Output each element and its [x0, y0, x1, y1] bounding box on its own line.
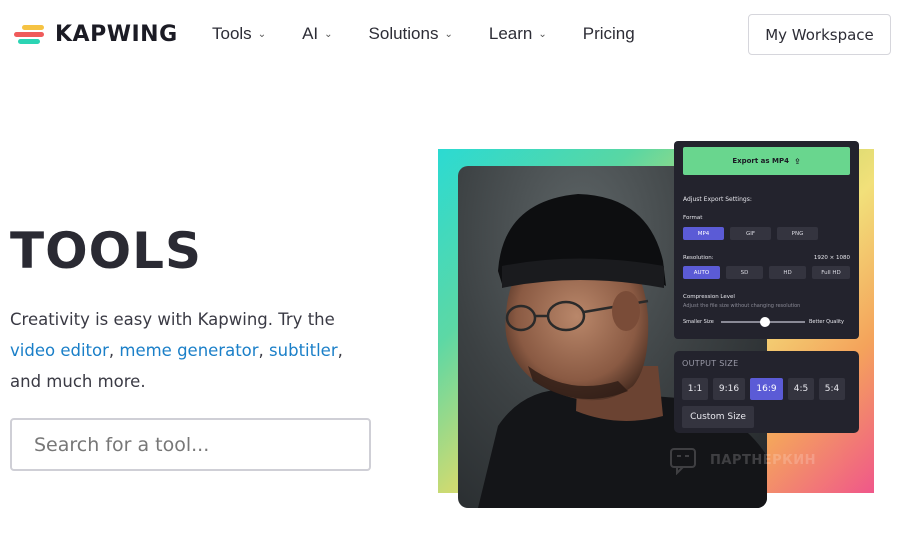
tool-search-input[interactable] — [10, 418, 371, 471]
slider-min-label: Smaller Size — [683, 319, 714, 325]
main-nav: Tools ⌄ AI ⌄ Solutions ⌄ Learn ⌄ Pricing — [212, 24, 671, 44]
nav-tools[interactable]: Tools ⌄ — [212, 24, 266, 44]
settings-title: Adjust Export Settings: — [683, 196, 752, 203]
custom-size-button[interactable]: Custom Size — [682, 406, 754, 428]
watermark-text: ПАРТНЕРКИН — [710, 452, 817, 468]
chevron-down-icon: ⌄ — [538, 28, 547, 40]
hero-description: Creativity is easy with Kapwing. Try the… — [10, 304, 370, 397]
chevron-down-icon: ⌄ — [444, 28, 453, 40]
resolution-option-sd[interactable]: SD — [726, 266, 763, 279]
export-as-mp4-button[interactable]: Export as MP4 ⇪ — [683, 147, 850, 175]
resolution-option-auto[interactable]: AUTO — [683, 266, 720, 279]
format-option-png[interactable]: PNG — [777, 227, 818, 240]
export-button-label: Export as MP4 — [732, 157, 789, 165]
size-option-9-16[interactable]: 9:16 — [713, 378, 745, 400]
desc-separator: , — [258, 341, 270, 360]
chevron-down-icon: ⌄ — [257, 28, 267, 40]
resolution-label: Resolution: — [683, 255, 714, 261]
desc-separator: , — [337, 341, 343, 360]
page-title: TOOLS — [10, 222, 202, 280]
format-option-mp4[interactable]: MP4 — [683, 227, 724, 240]
video-editor-link[interactable]: video editor — [10, 341, 109, 360]
compression-subtext: Adjust the file size without changing re… — [683, 303, 801, 309]
compression-label: Compression Level — [683, 294, 735, 300]
resolution-option-hd[interactable]: HD — [769, 266, 806, 279]
nav-solutions-label: Solutions — [368, 24, 439, 43]
nav-pricing[interactable]: Pricing — [583, 24, 635, 44]
resolution-value: 1920 × 1080 — [813, 255, 850, 261]
share-icon: ⇪ — [793, 156, 801, 166]
format-label: Format — [683, 215, 703, 221]
nav-ai[interactable]: AI ⌄ — [302, 24, 332, 44]
nav-tools-label: Tools — [212, 24, 252, 43]
size-option-5-4[interactable]: 5:4 — [819, 378, 845, 400]
size-option-4-5[interactable]: 4:5 — [788, 378, 814, 400]
size-option-16-9[interactable]: 16:9 — [750, 378, 783, 400]
resolution-option-full-hd[interactable]: Full HD — [812, 266, 850, 279]
chevron-down-icon: ⌄ — [324, 28, 333, 40]
kapwing-logo[interactable]: KAPWING — [14, 22, 178, 47]
format-option-gif[interactable]: GIF — [730, 227, 771, 240]
nav-learn[interactable]: Learn ⌄ — [489, 24, 547, 44]
nav-ai-label: AI — [302, 24, 319, 43]
subtitler-link[interactable]: subtitler — [269, 341, 338, 360]
nav-pricing-label: Pricing — [582, 24, 635, 43]
kapwing-logo-icon — [14, 23, 46, 47]
nav-learn-label: Learn — [488, 24, 533, 43]
output-size-title: OUTPUT SIZE — [682, 359, 739, 368]
watermark-logo-icon — [670, 448, 696, 475]
slider-max-label: Better Quality — [809, 319, 845, 325]
meme-generator-link[interactable]: meme generator — [119, 341, 258, 360]
export-settings-panel: Export as MP4 ⇪ Adjust Export Settings: … — [674, 141, 859, 339]
desc-suffix: and much more. — [10, 372, 146, 391]
my-workspace-button[interactable]: My Workspace — [748, 14, 891, 55]
top-navbar: KAPWING Tools ⌄ AI ⌄ Solutions ⌄ Learn ⌄… — [0, 0, 898, 70]
output-size-panel: OUTPUT SIZE 1:1 9:16 16:9 4:5 5:4 Custom… — [674, 351, 859, 433]
compression-slider-handle[interactable] — [760, 317, 770, 327]
nav-solutions[interactable]: Solutions ⌄ — [369, 24, 453, 44]
partner-watermark: ПАРТНЕРКИН — [668, 445, 816, 475]
desc-separator: , — [108, 341, 120, 360]
brand-name: KAPWING — [55, 22, 178, 47]
desc-prefix: Creativity is easy with Kapwing. Try the — [10, 310, 335, 329]
size-option-1-1[interactable]: 1:1 — [682, 378, 708, 400]
